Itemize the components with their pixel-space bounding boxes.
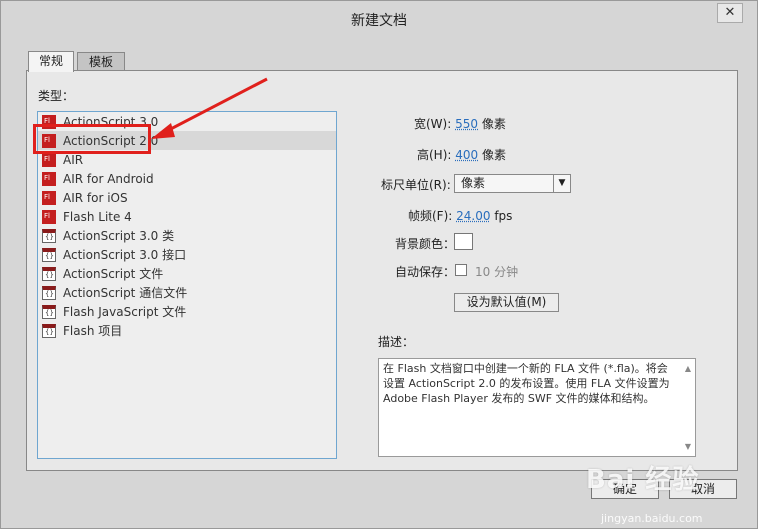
- autosave-interval: 10 分钟: [475, 263, 518, 280]
- list-item-as3[interactable]: ActionScript 3.0: [38, 112, 336, 131]
- list-item-jsfl[interactable]: Flash JavaScript 文件: [38, 302, 336, 321]
- new-document-dialog: 新建文档 ✕ 常规 模板 类型： ActionScript 3.0 Action…: [0, 0, 758, 529]
- actionscript-file-icon: [42, 266, 56, 281]
- baidu-watermark: Bai 经验: [586, 465, 700, 495]
- list-item-label: ActionScript 3.0 接口: [63, 248, 187, 262]
- fps-label: 帧频(F):: [408, 209, 453, 223]
- list-item-flash-project[interactable]: Flash 项目: [38, 321, 336, 340]
- type-label: 类型：: [38, 89, 75, 103]
- height-row: 高(H): 400 像素: [417, 146, 506, 163]
- height-unit: 像素: [482, 148, 507, 162]
- fps-row: 帧频(F): 24.00 fps: [408, 207, 512, 224]
- flash-fla-icon: [42, 114, 56, 129]
- list-item-label: AIR for iOS: [63, 190, 128, 205]
- flash-fla-icon: [42, 171, 56, 186]
- tab-general[interactable]: 常规: [28, 51, 74, 72]
- set-default-button[interactable]: 设为默认值(M): [454, 293, 559, 312]
- width-row: 宽(W): 550 像素: [414, 115, 506, 132]
- width-label: 宽(W):: [414, 117, 452, 131]
- bg-color-label: 背景颜色：: [395, 237, 456, 251]
- scroll-down-icon[interactable]: ▼: [683, 439, 693, 454]
- list-item-label: ActionScript 3.0: [63, 114, 159, 129]
- list-item-label: AIR: [63, 152, 84, 167]
- list-item-air-android[interactable]: AIR for Android: [38, 169, 336, 188]
- list-item-label: Flash Lite 4: [63, 209, 132, 224]
- tab-templates[interactable]: 模板: [77, 52, 125, 71]
- list-item-label: Flash JavaScript 文件: [63, 305, 187, 319]
- fps-value[interactable]: 24.00: [456, 209, 490, 223]
- chevron-down-icon: ▼: [553, 175, 570, 192]
- list-item-label: ActionScript 通信文件: [63, 286, 188, 300]
- jsfl-file-icon: [42, 304, 56, 319]
- description-label: 描述：: [378, 335, 415, 349]
- type-list[interactable]: ActionScript 3.0 ActionScript 2.0 AIR AI…: [37, 111, 337, 459]
- bg-color-swatch[interactable]: [454, 233, 473, 250]
- close-button[interactable]: ✕: [717, 3, 743, 23]
- autosave-value: 10: [475, 265, 491, 279]
- list-item-flash-lite[interactable]: Flash Lite 4: [38, 207, 336, 226]
- list-item-as3-interface[interactable]: ActionScript 3.0 接口: [38, 245, 336, 264]
- description-scrollbar[interactable]: ▲ ▼: [683, 361, 693, 454]
- list-item-air-ios[interactable]: AIR for iOS: [38, 188, 336, 207]
- list-item-label: ActionScript 文件: [63, 267, 164, 281]
- ruler-label: 标尺单位(R):: [381, 178, 451, 192]
- actionscript-file-icon: [42, 228, 56, 243]
- actionscript-file-icon: [42, 285, 56, 300]
- description-text: 在 Flash 文档窗口中创建一个新的 FLA 文件 (*.fla)。将会设置 …: [383, 362, 670, 405]
- width-value[interactable]: 550: [455, 117, 478, 131]
- height-value[interactable]: 400: [455, 148, 478, 162]
- scroll-up-icon[interactable]: ▲: [683, 361, 693, 376]
- list-item-as-file[interactable]: ActionScript 文件: [38, 264, 336, 283]
- actionscript-file-icon: [42, 247, 56, 262]
- list-item-as-comm[interactable]: ActionScript 通信文件: [38, 283, 336, 302]
- flash-fla-icon: [42, 133, 56, 148]
- list-item-as3-class[interactable]: ActionScript 3.0 类: [38, 226, 336, 245]
- height-label: 高(H):: [417, 148, 452, 162]
- fps-unit: fps: [494, 209, 513, 223]
- list-item-as2[interactable]: ActionScript 2.0: [38, 131, 336, 150]
- autosave-label: 自动保存：: [395, 265, 456, 279]
- description-box: 在 Flash 文档窗口中创建一个新的 FLA 文件 (*.fla)。将会设置 …: [378, 358, 696, 457]
- dialog-titlebar: 新建文档 ✕: [1, 1, 757, 35]
- ruler-units-value: 像素: [461, 176, 486, 190]
- dialog-title: 新建文档: [351, 13, 407, 29]
- autosave-checkbox[interactable]: [455, 264, 467, 276]
- list-item-label: ActionScript 2.0: [63, 133, 159, 148]
- close-icon: ✕: [724, 5, 736, 20]
- list-item-label: Flash 项目: [63, 324, 123, 338]
- list-item-air[interactable]: AIR: [38, 150, 336, 169]
- baidu-watermark-url: jingyan.baidu.com: [601, 512, 703, 525]
- flash-fla-icon: [42, 190, 56, 205]
- flash-fla-icon: [42, 209, 56, 224]
- list-item-label: ActionScript 3.0 类: [63, 229, 175, 243]
- autosave-unit: 分钟: [494, 265, 519, 279]
- width-unit: 像素: [481, 117, 506, 131]
- flash-fla-icon: [42, 152, 56, 167]
- ruler-units-select[interactable]: 像素 ▼: [454, 174, 571, 193]
- list-item-label: AIR for Android: [63, 171, 154, 186]
- flash-project-icon: [42, 323, 56, 338]
